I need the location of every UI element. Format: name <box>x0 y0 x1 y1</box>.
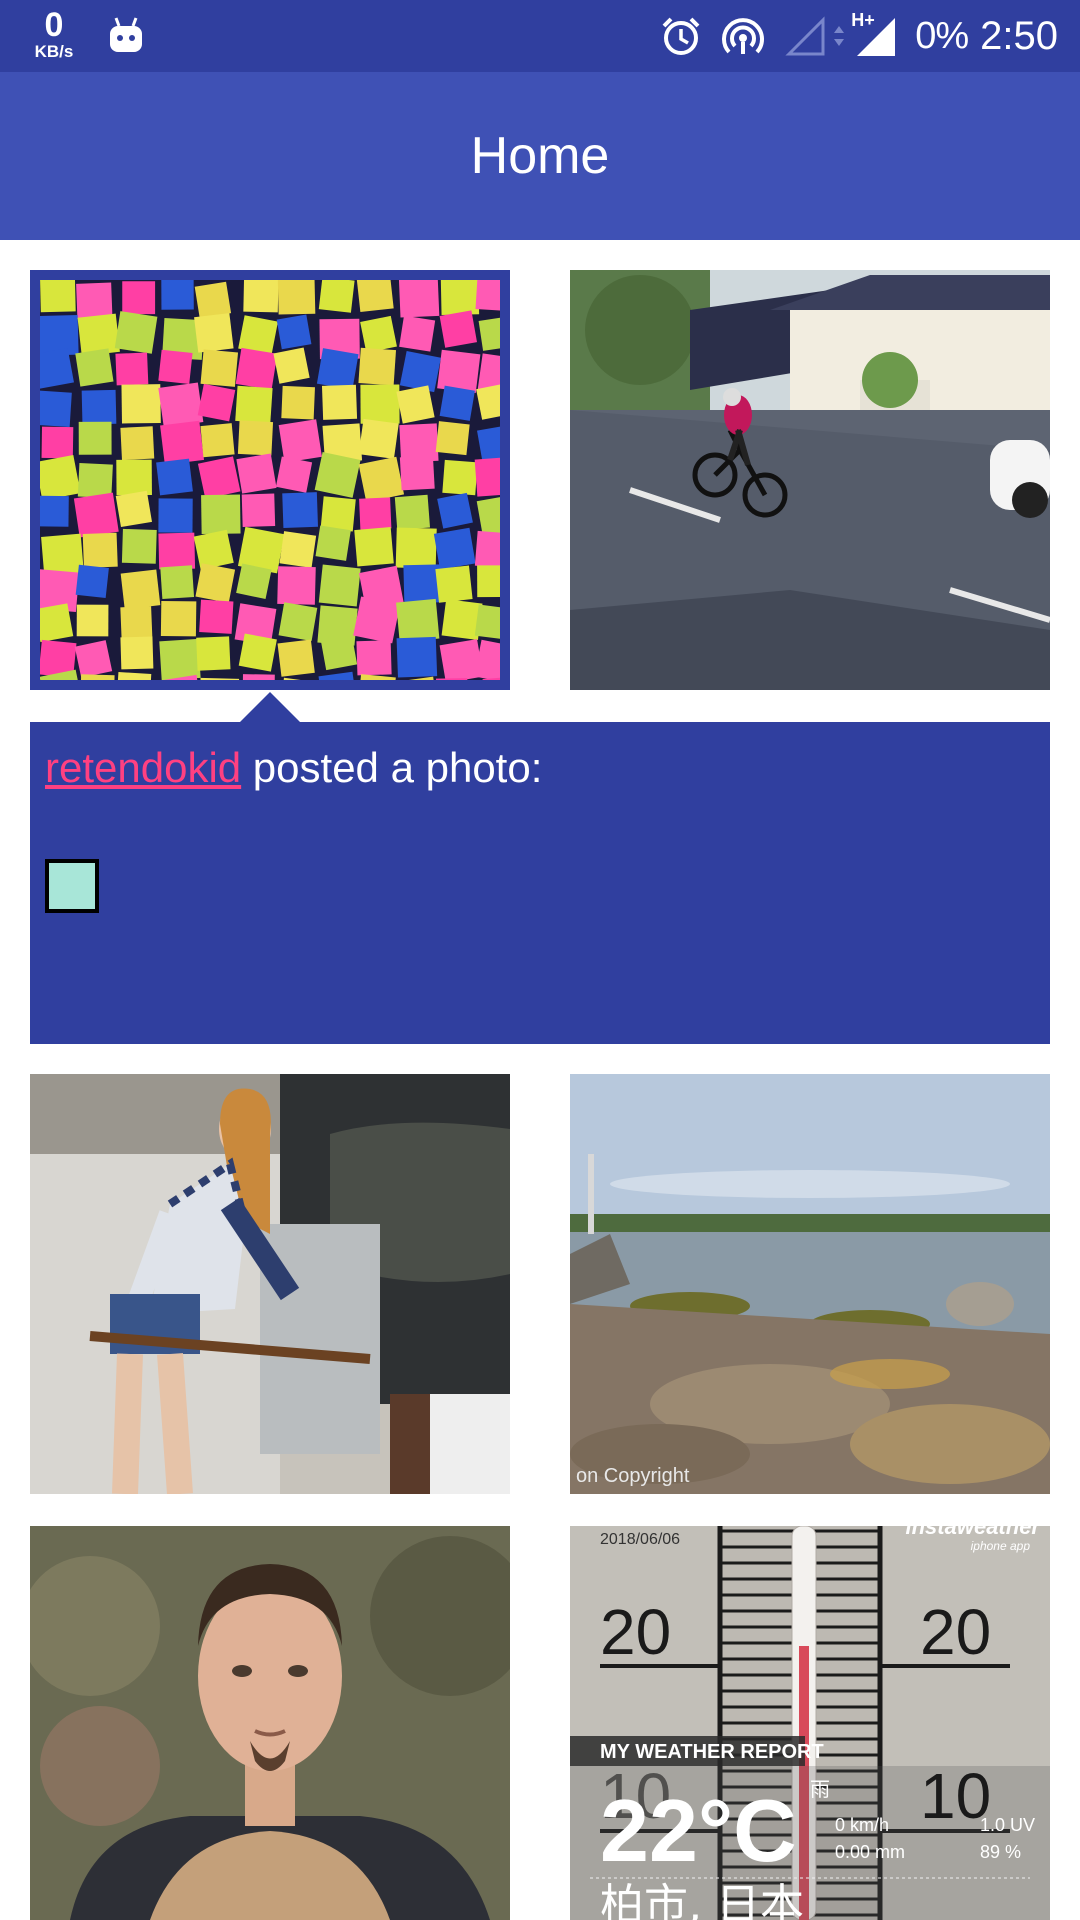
weather-location: 柏市, 日本 <box>600 1880 804 1920</box>
alarm-icon <box>662 17 700 55</box>
signal-full-icon <box>857 18 896 56</box>
portrait-image <box>30 1526 510 1920</box>
photo-thumbnail[interactable] <box>45 859 99 913</box>
cyclist-image <box>570 270 1050 690</box>
photo-tile-woman-cave[interactable] <box>30 1074 510 1494</box>
app-bar: Home <box>0 72 1080 240</box>
detail-pointer <box>240 692 300 722</box>
thermometer-image: 2018/06/06 instaweather iphone app 20 20… <box>570 1526 1050 1920</box>
scale-label-left-20: 20 <box>600 1596 671 1668</box>
post-description: retendokid posted a photo: <box>45 744 542 792</box>
weather-wind: 0 km/h <box>835 1815 889 1835</box>
photo-detail-panel: retendokid posted a photo: <box>30 722 1050 1044</box>
page-title: Home <box>470 127 610 185</box>
photo-tile-thermometer[interactable]: 2018/06/06 instaweather iphone app 20 20… <box>570 1526 1050 1920</box>
signal-empty-icon <box>785 16 825 56</box>
weather-temperature: 22°C <box>600 1781 797 1880</box>
photo-brand-sub: iphone app <box>971 1539 1031 1553</box>
signal-full: H+ <box>851 10 899 58</box>
sticky-notes-image <box>40 280 500 680</box>
photo-tile-sticky-notes[interactable] <box>30 270 510 690</box>
hotspot-icon <box>722 18 765 54</box>
photo-tile-coastline[interactable]: on Copyright <box>570 1074 1050 1494</box>
photo-tile-cyclist[interactable] <box>570 270 1050 690</box>
clock: 2:50 <box>980 13 1058 58</box>
network-speed-value: 0 <box>44 6 64 44</box>
photo-brand: instaweather <box>906 1526 1042 1539</box>
android-icon <box>110 17 142 52</box>
coastline-image <box>570 1074 1050 1494</box>
username-link[interactable]: retendokid <box>45 744 241 791</box>
weather-report-title: MY WEATHER REPORT <box>600 1741 824 1763</box>
photo-watermark: on Copyright <box>576 1465 690 1487</box>
status-bar: 0 KB/s H+ 0% 2:50 <box>0 0 1080 72</box>
photo-tile-portrait[interactable] <box>30 1526 510 1920</box>
network-speed: 0 KB/s <box>26 8 82 60</box>
weather-rain: 0.00 mm <box>835 1842 905 1862</box>
weather-condition: 雨 <box>810 1777 830 1801</box>
battery-percent: 0% <box>915 14 969 57</box>
data-arrows-icon <box>834 26 845 46</box>
woman-cave-image <box>30 1074 510 1494</box>
scale-label-right-20: 20 <box>920 1596 991 1668</box>
weather-uv: 1.0 UV <box>980 1815 1035 1835</box>
network-speed-unit: KB/s <box>34 42 74 61</box>
post-action-text: posted a photo: <box>241 744 543 791</box>
weather-humidity: 89 % <box>980 1842 1021 1862</box>
photo-date: 2018/06/06 <box>600 1531 680 1548</box>
